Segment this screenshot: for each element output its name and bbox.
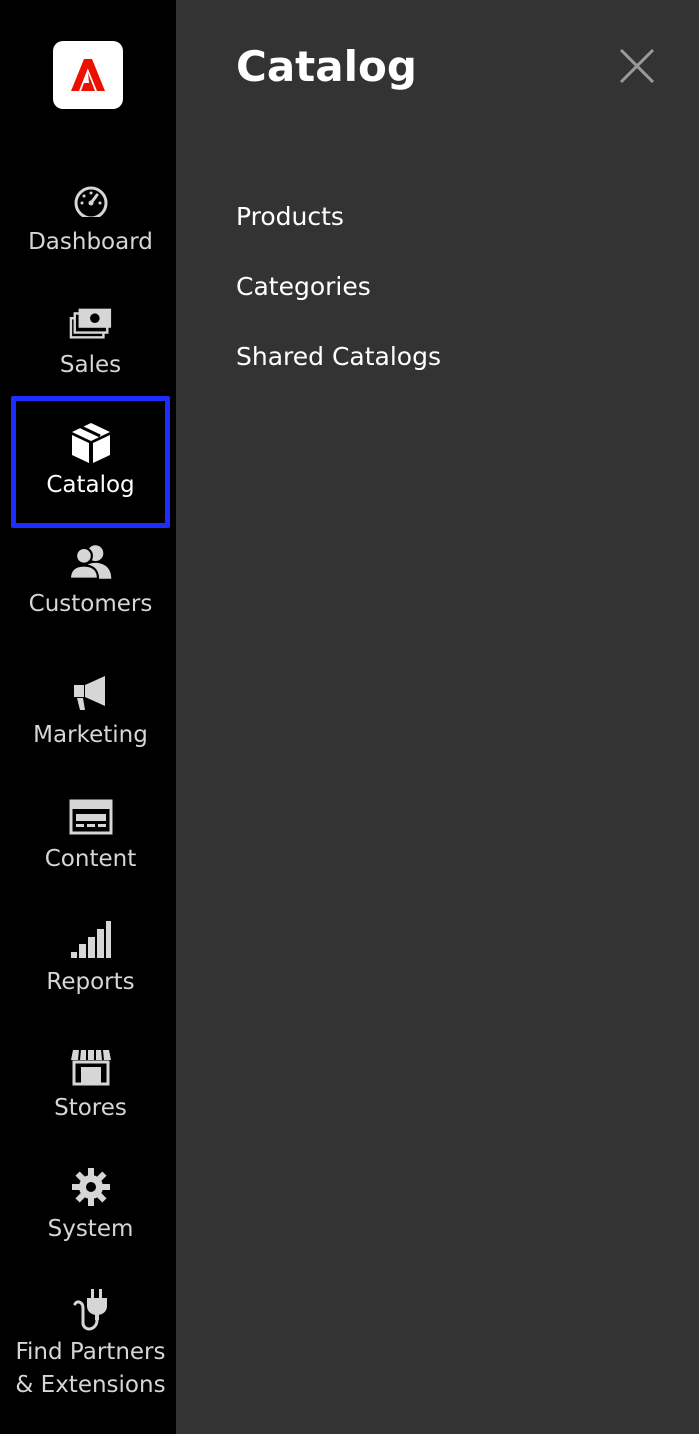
- sidebar-item-catalog[interactable]: Catalog: [11, 396, 170, 528]
- sales-money-icon: [69, 303, 113, 343]
- sidebar-item-label: Marketing: [33, 722, 148, 748]
- sidebar-item-label: Sales: [59, 352, 122, 378]
- sidebar-item-label-line2: & Extensions: [15, 1372, 166, 1398]
- sidebar-item-label: Customers: [28, 591, 153, 617]
- panel-title: Catalog: [236, 42, 417, 91]
- extensions-plug-icon: [69, 1289, 113, 1331]
- catalog-box-icon: [69, 422, 113, 463]
- sidebar-item-reports[interactable]: Reports: [11, 920, 170, 1044]
- adobe-logo-icon: [71, 59, 105, 91]
- sidebar-item-stores[interactable]: Stores: [11, 1046, 170, 1170]
- sidebar-item-label: Content: [44, 846, 137, 872]
- system-gear-icon: [69, 1167, 113, 1207]
- sidebar-item-label: Catalog: [46, 471, 135, 498]
- sidebar-item-dashboard[interactable]: Dashboard: [11, 180, 170, 304]
- sidebar-item-customers[interactable]: Customers: [11, 542, 170, 666]
- sidebar-item-label-line1: Find Partners: [15, 1339, 166, 1365]
- submenu-item-categories[interactable]: Categories: [236, 272, 371, 301]
- reports-bars-icon: [69, 920, 113, 960]
- sidebar-item-content[interactable]: Content: [11, 797, 170, 921]
- customers-people-icon: [68, 542, 113, 582]
- sidebar-item-label: Dashboard: [28, 229, 153, 255]
- admin-sidebar: Dashboard Sales Catalog Customers Market…: [0, 0, 176, 1434]
- adobe-logo[interactable]: [53, 41, 123, 109]
- dashboard-gauge-icon: [69, 180, 113, 220]
- close-button[interactable]: [617, 46, 657, 86]
- sidebar-item-label: Stores: [54, 1095, 127, 1121]
- submenu-item-shared-catalogs[interactable]: Shared Catalogs: [236, 342, 441, 371]
- stores-shop-icon: [69, 1046, 113, 1086]
- sidebar-item-label: System: [47, 1216, 134, 1242]
- close-icon: [619, 48, 655, 84]
- catalog-flyout-panel: Catalog Products Categories Shared Catal…: [176, 0, 699, 1434]
- content-layout-icon: [69, 797, 113, 837]
- marketing-megaphone-icon: [69, 673, 113, 713]
- sidebar-item-marketing[interactable]: Marketing: [11, 673, 170, 797]
- sidebar-item-find-partners-extensions[interactable]: Find Partners & Extensions: [11, 1289, 170, 1420]
- submenu-item-products[interactable]: Products: [236, 202, 344, 231]
- sidebar-item-system[interactable]: System: [11, 1167, 170, 1291]
- sidebar-item-label: Reports: [46, 969, 135, 995]
